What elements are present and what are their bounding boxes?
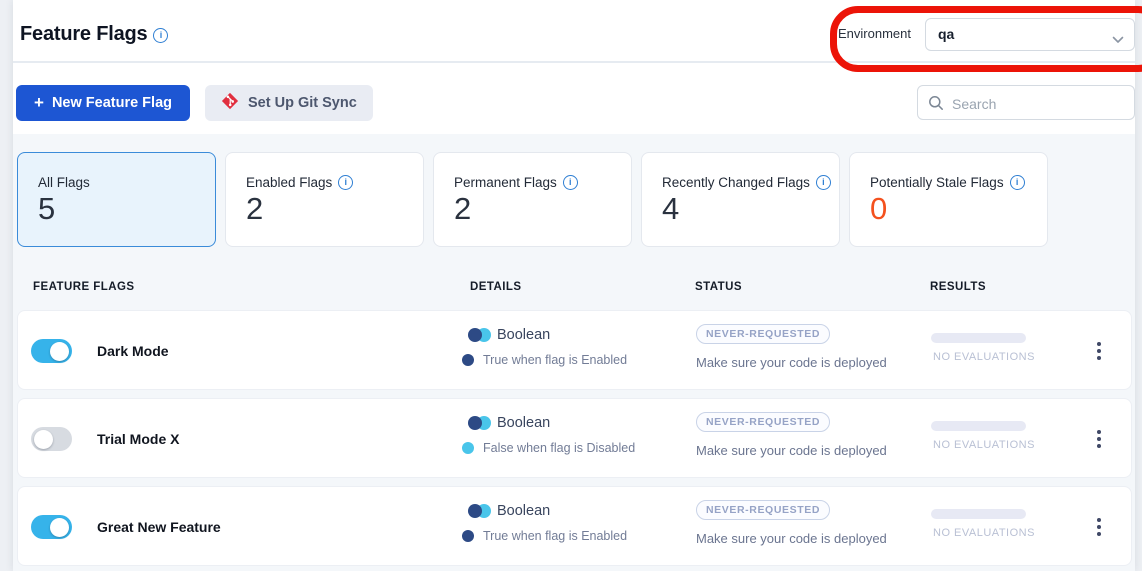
stat-value: 2 <box>246 191 263 227</box>
row-menu-button[interactable] <box>1091 425 1107 453</box>
flag-toggle[interactable] <box>31 339 72 363</box>
stat-label: Recently Changed Flagsi <box>662 175 831 190</box>
info-icon[interactable]: i <box>1010 175 1025 190</box>
page-title: Feature Flags i <box>20 23 168 46</box>
results-label: NO EVALUATIONS <box>933 527 1035 539</box>
toggle-knob <box>34 430 53 449</box>
search-icon <box>928 95 944 111</box>
rule-dot-icon <box>462 530 474 542</box>
table-row: Great New Feature Boolean True when flag… <box>17 486 1132 566</box>
stat-card-recently-changed-flags[interactable]: Recently Changed Flagsi 4 <box>641 152 840 247</box>
set-up-git-sync-button[interactable]: Set Up Git Sync <box>205 85 373 121</box>
flag-toggle[interactable] <box>31 427 72 451</box>
column-header-feature-flags: FEATURE FLAGS <box>33 281 134 293</box>
new-feature-flag-label: New Feature Flag <box>52 95 172 111</box>
rule-text: True when flag is Enabled <box>483 353 627 367</box>
stat-value: 4 <box>662 191 679 227</box>
stat-value: 5 <box>38 191 55 227</box>
header-divider <box>13 61 1135 63</box>
stat-card-permanent-flags[interactable]: Permanent Flagsi 2 <box>433 152 632 247</box>
flag-name[interactable]: Dark Mode <box>97 343 169 359</box>
status-text: Make sure your code is deployed <box>696 443 887 458</box>
row-menu-button[interactable] <box>1091 513 1107 541</box>
boolean-type-icon <box>468 416 490 430</box>
table-row: Trial Mode X Boolean False when flag is … <box>17 398 1132 478</box>
status-badge: NEVER-REQUESTED <box>696 324 830 344</box>
git-icon <box>221 92 239 114</box>
column-header-status: STATUS <box>695 281 742 293</box>
info-icon[interactable]: i <box>816 175 831 190</box>
environment-label: Environment <box>838 26 911 41</box>
new-feature-flag-button[interactable]: + New Feature Flag <box>16 85 190 121</box>
stat-card-potentially-stale-flags[interactable]: Potentially Stale Flagsi 0 <box>849 152 1048 247</box>
rule-dot-icon <box>462 442 474 454</box>
status-badge: NEVER-REQUESTED <box>696 500 830 520</box>
evaluation-bar <box>931 333 1026 343</box>
plus-icon: + <box>34 93 44 113</box>
rule-text: False when flag is Disabled <box>483 441 635 455</box>
environment-value: qa <box>938 26 954 42</box>
stat-label: Potentially Stale Flagsi <box>870 175 1025 190</box>
flag-toggle[interactable] <box>31 515 72 539</box>
search-input[interactable] <box>950 87 1132 120</box>
chevron-down-icon <box>1112 31 1124 49</box>
stat-card-enabled-flags[interactable]: Enabled Flagsi 2 <box>225 152 424 247</box>
environment-select[interactable]: qa <box>925 18 1135 51</box>
flag-name[interactable]: Great New Feature <box>97 519 221 535</box>
stat-label: Permanent Flagsi <box>454 175 578 190</box>
flag-type-label: Boolean <box>497 415 550 431</box>
info-icon[interactable]: i <box>153 28 168 43</box>
status-text: Make sure your code is deployed <box>696 531 887 546</box>
evaluation-bar <box>931 421 1026 431</box>
flag-name[interactable]: Trial Mode X <box>97 431 179 447</box>
info-icon[interactable]: i <box>338 175 353 190</box>
table-row: Dark Mode Boolean True when flag is Enab… <box>17 310 1132 390</box>
info-icon[interactable]: i <box>563 175 578 190</box>
toggle-knob <box>50 518 69 537</box>
stat-label: Enabled Flagsi <box>246 175 353 190</box>
status-text: Make sure your code is deployed <box>696 355 887 370</box>
status-badge: NEVER-REQUESTED <box>696 412 830 432</box>
evaluation-bar <box>931 509 1026 519</box>
git-sync-label: Set Up Git Sync <box>248 95 357 111</box>
flag-type-label: Boolean <box>497 503 550 519</box>
column-header-results: RESULTS <box>930 281 986 293</box>
stat-value: 2 <box>454 191 471 227</box>
results-label: NO EVALUATIONS <box>933 439 1035 451</box>
column-header-details: DETAILS <box>470 281 522 293</box>
rule-text: True when flag is Enabled <box>483 529 627 543</box>
stat-card-all-flags[interactable]: All Flagsi 5 <box>17 152 216 247</box>
boolean-type-icon <box>468 504 490 518</box>
search-box[interactable] <box>917 85 1135 120</box>
rule-dot-icon <box>462 354 474 366</box>
page-title-text: Feature Flags <box>20 23 147 45</box>
flag-type-label: Boolean <box>497 327 550 343</box>
row-menu-button[interactable] <box>1091 337 1107 365</box>
boolean-type-icon <box>468 328 490 342</box>
stat-label: All Flagsi <box>38 175 90 190</box>
toggle-knob <box>50 342 69 361</box>
stat-value: 0 <box>870 191 887 227</box>
results-label: NO EVALUATIONS <box>933 351 1035 363</box>
